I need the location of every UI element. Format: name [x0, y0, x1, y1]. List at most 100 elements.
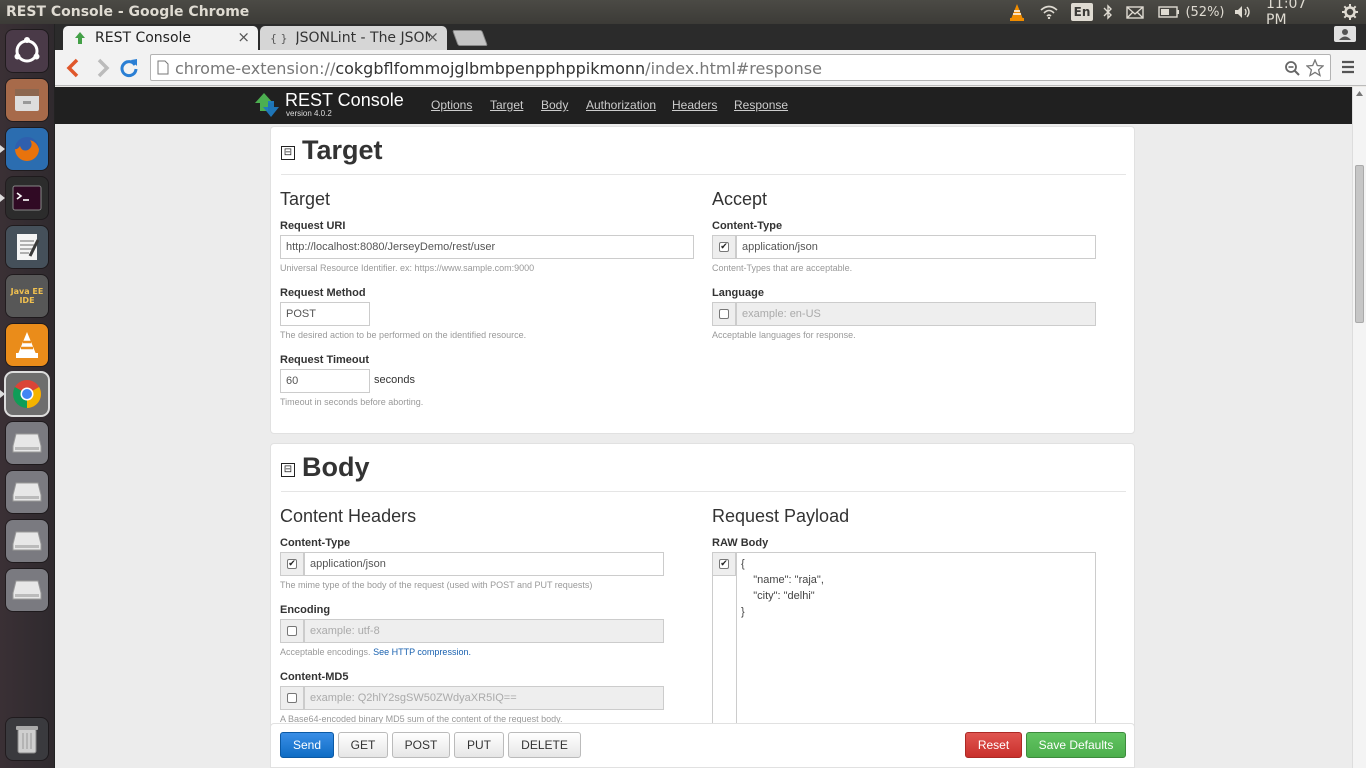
request-timeout-input[interactable]: 60	[280, 369, 370, 393]
checkbox-unchecked-icon	[719, 309, 729, 319]
accept-content-type-label: Content-Type	[712, 220, 783, 232]
content-md5-input[interactable]: example: Q2hlY2sgSW50ZWdyaXR5IQ==	[304, 686, 664, 710]
battery-icon[interactable]	[1156, 2, 1182, 22]
volume-icon[interactable]	[1232, 2, 1254, 22]
tab-rest-console[interactable]: REST Console ×	[63, 26, 258, 50]
files-icon[interactable]	[6, 79, 48, 121]
content-type-toggle[interactable]: ✔	[280, 552, 304, 576]
collapse-body-icon[interactable]: ⊟	[281, 463, 295, 477]
accept-content-type-toggle[interactable]: ✔	[712, 235, 736, 259]
checkbox-checked-icon: ✔	[287, 559, 297, 569]
encoding-help: Acceptable encodings. See HTTP compressi…	[280, 647, 471, 657]
firefox-icon[interactable]	[6, 128, 48, 170]
new-tab-button[interactable]	[452, 30, 488, 46]
rest-console-favicon	[75, 32, 85, 44]
request-uri-input[interactable]: http://localhost:8080/JerseyDemo/rest/us…	[280, 235, 694, 259]
back-arrow-icon	[66, 58, 79, 78]
settings-gear-icon[interactable]	[1340, 2, 1360, 22]
terminal-icon[interactable]	[6, 177, 48, 219]
target-heading: Target	[280, 189, 331, 209]
encoding-help-text: Acceptable encodings.	[280, 647, 371, 657]
tab-close-icon[interactable]: ×	[426, 28, 439, 46]
url-scheme: chrome-extension://	[175, 59, 336, 78]
request-method-input[interactable]: POST	[280, 302, 370, 326]
trash-icon[interactable]	[6, 718, 48, 760]
raw-body-label: RAW Body	[712, 537, 769, 549]
nav-authorization[interactable]: Authorization	[586, 98, 656, 112]
text-editor-icon[interactable]	[6, 226, 48, 268]
save-defaults-button[interactable]: Save Defaults	[1026, 732, 1126, 758]
checkbox-unchecked-icon	[287, 693, 297, 703]
vlc-tray-icon[interactable]	[1006, 2, 1028, 22]
send-button[interactable]: Send	[280, 732, 334, 758]
delete-button[interactable]: DELETE	[508, 732, 581, 758]
checkbox-checked-icon: ✔	[719, 559, 729, 569]
rest-console-logo-icon	[255, 93, 279, 117]
drive-icon[interactable]	[6, 471, 48, 513]
nav-target[interactable]: Target	[490, 98, 523, 112]
content-md5-toggle[interactable]	[280, 686, 304, 710]
hamburger-icon	[1342, 60, 1354, 74]
get-button[interactable]: GET	[338, 732, 388, 758]
java-ee-ide-icon[interactable]: Java EE IDE	[6, 275, 48, 317]
running-indicator	[0, 145, 5, 153]
nav-headers[interactable]: Headers	[672, 98, 717, 112]
url-text: chrome-extension://cokgbflfommojglbmbpen…	[175, 59, 822, 78]
bookmark-star-icon[interactable]	[1306, 59, 1324, 77]
address-bar[interactable]: chrome-extension://cokgbflfommojglbmbpen…	[150, 54, 1331, 81]
tab-close-icon[interactable]: ×	[237, 28, 250, 46]
reload-button[interactable]	[118, 57, 140, 79]
profile-button[interactable]	[1334, 26, 1356, 42]
page-viewport: REST Console version 4.0.2 Options Targe…	[55, 87, 1352, 768]
reset-button[interactable]: Reset	[965, 732, 1022, 758]
wifi-icon[interactable]	[1038, 2, 1060, 22]
content-headers-heading: Content Headers	[280, 506, 417, 526]
browser-toolbar: chrome-extension://cokgbflfommojglbmbpen…	[55, 50, 1366, 86]
request-method-label: Request Method	[280, 287, 366, 299]
nav-response[interactable]: Response	[734, 98, 788, 112]
clock[interactable]: 11:07 PM	[1266, 0, 1330, 28]
chrome-icon[interactable]	[6, 373, 48, 415]
language-input[interactable]: example: en-US	[736, 302, 1096, 326]
put-button[interactable]: PUT	[454, 732, 504, 758]
app-title: REST Console	[285, 90, 404, 110]
drive-icon[interactable]	[6, 520, 48, 562]
language-toggle[interactable]	[712, 302, 736, 326]
http-compression-link[interactable]: See HTTP compression.	[373, 647, 471, 657]
encoding-input[interactable]: example: utf-8	[304, 619, 664, 643]
app-navbar: REST Console version 4.0.2 Options Targe…	[55, 87, 1352, 124]
scrollbar-thumb[interactable]	[1355, 165, 1364, 323]
page-scrollbar[interactable]	[1352, 87, 1366, 768]
mail-icon[interactable]	[1124, 2, 1146, 22]
tab-jsonlint[interactable]: { } JSONLint - The JSON ×	[260, 26, 447, 50]
zoom-icon[interactable]	[1284, 60, 1300, 76]
vlc-icon[interactable]	[6, 324, 48, 366]
raw-body-line: "name": "raja",	[741, 574, 824, 586]
raw-body-toggle[interactable]: ✔	[712, 552, 736, 576]
app-version: version 4.0.2	[286, 109, 332, 118]
tab-title: REST Console	[95, 30, 192, 46]
forward-button[interactable]	[91, 57, 113, 79]
back-button[interactable]	[63, 57, 85, 79]
scroll-up-icon[interactable]	[1355, 90, 1364, 97]
reload-icon	[120, 59, 138, 78]
drive-icon[interactable]	[6, 569, 48, 611]
content-type-input[interactable]: application/json	[304, 552, 664, 576]
window-title: REST Console - Google Chrome	[6, 4, 250, 20]
target-section: ⊟ Target Target Request URI http://local…	[270, 126, 1135, 434]
divider	[281, 174, 1126, 175]
post-button[interactable]: POST	[392, 732, 450, 758]
keyboard-layout-indicator[interactable]: En	[1071, 3, 1093, 21]
encoding-toggle[interactable]	[280, 619, 304, 643]
dash-home-icon[interactable]	[6, 30, 48, 72]
battery-percent: (52%)	[1185, 4, 1225, 20]
bluetooth-icon[interactable]	[1100, 2, 1116, 22]
accept-content-type-input[interactable]: application/json	[736, 235, 1096, 259]
url-path: /index.html#response	[645, 59, 822, 78]
collapse-target-icon[interactable]: ⊟	[281, 146, 295, 160]
nav-options[interactable]: Options	[431, 98, 472, 112]
drive-icon[interactable]	[6, 422, 48, 464]
chrome-menu-button[interactable]	[1340, 59, 1356, 77]
request-timeout-label: Request Timeout	[280, 354, 370, 366]
nav-body[interactable]: Body	[541, 98, 568, 112]
